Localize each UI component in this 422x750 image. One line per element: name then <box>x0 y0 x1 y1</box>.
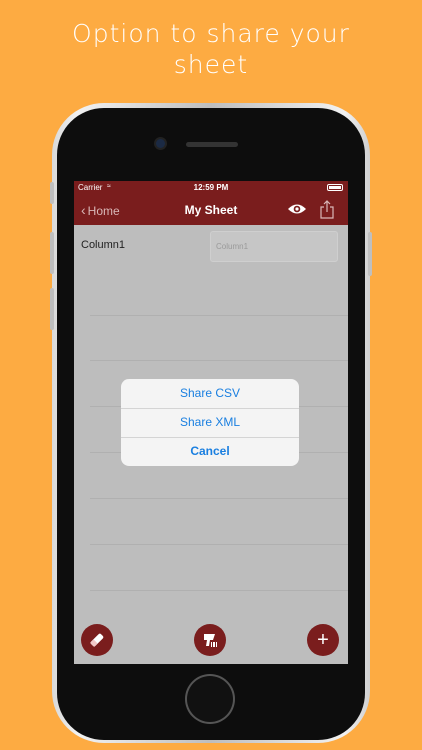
headline-line-2: sheet <box>173 50 249 79</box>
eraser-button[interactable] <box>81 624 113 656</box>
bottom-toolbar: + <box>74 620 348 664</box>
phone-side-button <box>368 232 372 276</box>
barcode-scanner-button[interactable] <box>194 624 226 656</box>
promo-headline: Option to share your sheet <box>0 18 422 80</box>
status-bar: Carrier ≈ 12:59 PM <box>74 181 348 195</box>
row-divider <box>90 360 348 361</box>
camera-icon <box>156 139 165 148</box>
home-button[interactable] <box>185 674 235 724</box>
eraser-icon <box>90 633 104 647</box>
row-divider <box>90 498 348 499</box>
plus-icon: + <box>317 629 329 651</box>
share-xml-button[interactable]: Share XML <box>121 408 299 437</box>
battery-icon <box>327 184 343 191</box>
headline-line-1: Option to share your <box>72 19 350 48</box>
phone-side-button <box>50 288 54 330</box>
share-csv-button[interactable]: Share CSV <box>121 379 299 408</box>
phone-side-button <box>50 182 54 204</box>
row-label: Column1 <box>81 239 126 251</box>
phone-side-button <box>50 232 54 274</box>
nav-bar: ‹ Home My Sheet <box>74 195 348 225</box>
status-time: 12:59 PM <box>193 183 229 192</box>
share-icon[interactable] <box>320 200 334 219</box>
row-divider <box>90 315 348 316</box>
share-action-sheet: Share CSV Share XML Cancel <box>121 379 299 466</box>
add-row-button[interactable]: + <box>307 624 339 656</box>
cell-input[interactable]: Column1 <box>210 231 338 262</box>
eye-icon[interactable] <box>287 202 307 216</box>
row-divider <box>90 590 348 591</box>
row-divider <box>90 544 348 545</box>
speaker-grille <box>186 142 238 147</box>
barcode-scanner-icon <box>204 634 217 647</box>
cancel-button[interactable]: Cancel <box>121 437 299 466</box>
